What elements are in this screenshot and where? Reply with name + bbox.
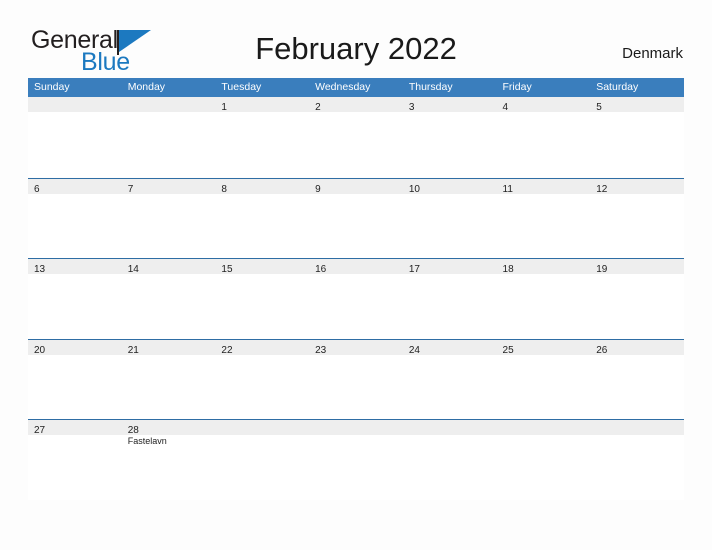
day-events-empty bbox=[122, 112, 216, 177]
day-cell-empty bbox=[309, 420, 403, 435]
weekday-header-row: Sunday Monday Tuesday Wednesday Thursday Frid… bbox=[28, 78, 684, 97]
day-cell-empty bbox=[28, 97, 122, 112]
calendar-weeks: 1 2 3 4 5 6 7 8 9 10 11 12 13 14 15 16 17 18 19 20 21 22 23 24 2… bbox=[28, 97, 684, 500]
calendar-week-row: 13 14 15 16 17 18 19 bbox=[28, 258, 684, 339]
day-event-band bbox=[28, 193, 684, 259]
day-events-empty bbox=[403, 274, 497, 339]
day-number-band: 20 21 22 23 24 25 26 bbox=[28, 338, 684, 356]
day-cell-23[interactable]: 23 bbox=[309, 340, 403, 356]
day-number-band: 6 7 8 9 10 11 12 bbox=[28, 177, 684, 195]
day-events-empty bbox=[403, 355, 497, 420]
day-events-empty bbox=[590, 274, 684, 339]
weekday-header-wednesday: Wednesday bbox=[315, 81, 371, 93]
weekday-header-tuesday: Tuesday bbox=[221, 81, 262, 93]
day-events-empty bbox=[309, 435, 403, 500]
day-cell-8[interactable]: 8 bbox=[215, 179, 309, 195]
day-events-empty bbox=[403, 194, 497, 259]
day-events-empty bbox=[590, 112, 684, 177]
day-events-empty bbox=[215, 274, 309, 339]
day-events-empty bbox=[497, 112, 591, 177]
weekday-header-sunday: Sunday bbox=[34, 81, 70, 93]
calendar-week-row: 6 7 8 9 10 11 12 bbox=[28, 177, 684, 259]
day-event-band bbox=[28, 274, 684, 339]
day-cell-21[interactable]: 21 bbox=[122, 340, 216, 356]
day-events-empty bbox=[497, 355, 591, 420]
day-cell-27[interactable]: 27 bbox=[28, 420, 122, 436]
weekday-header-thursday: Thursday bbox=[408, 81, 453, 93]
calendar-week-row: 27 28 Fastelavn bbox=[28, 419, 684, 500]
day-events-empty bbox=[215, 194, 309, 259]
page-title: February 2022 bbox=[255, 31, 457, 66]
day-events-empty bbox=[497, 435, 591, 500]
day-cell-12[interactable]: 12 bbox=[590, 179, 684, 195]
day-cell-18[interactable]: 18 bbox=[497, 259, 591, 275]
day-number-band: 13 14 15 16 17 18 19 bbox=[28, 258, 684, 275]
day-events-empty bbox=[497, 274, 591, 339]
day-cell-16[interactable]: 16 bbox=[309, 259, 403, 275]
calendar-grid: Sunday Monday Tuesday Wednesday Thursday Frid… bbox=[28, 78, 684, 500]
day-cell-5[interactable]: 5 bbox=[590, 97, 684, 113]
day-events-empty bbox=[28, 112, 122, 177]
day-cell-24[interactable]: 24 bbox=[403, 340, 497, 356]
day-events-empty bbox=[122, 194, 216, 259]
day-events-28[interactable]: Fastelavn bbox=[122, 435, 216, 500]
weekday-header-saturday: Saturday bbox=[596, 81, 639, 93]
day-events-empty bbox=[215, 355, 309, 420]
day-events-empty bbox=[309, 274, 403, 339]
day-events-empty bbox=[403, 112, 497, 177]
day-events-empty bbox=[28, 435, 122, 500]
day-cell-6[interactable]: 6 bbox=[28, 179, 122, 195]
calendar-event: Fastelavn bbox=[127, 436, 167, 446]
day-cell-11[interactable]: 11 bbox=[497, 179, 591, 195]
day-events-empty bbox=[28, 355, 122, 420]
day-number-band: 27 28 bbox=[28, 419, 684, 436]
day-events-empty bbox=[309, 355, 403, 420]
day-events-empty bbox=[122, 355, 216, 420]
day-cell-3[interactable]: 3 bbox=[403, 97, 497, 113]
day-events-empty bbox=[309, 112, 403, 177]
region-label: Denmark bbox=[622, 45, 683, 62]
day-cell-empty bbox=[122, 97, 216, 112]
day-cell-empty bbox=[215, 420, 309, 435]
day-events-empty bbox=[403, 435, 497, 500]
day-cell-9[interactable]: 9 bbox=[309, 179, 403, 195]
day-event-band: Fastelavn bbox=[28, 435, 684, 500]
day-cell-4[interactable]: 4 bbox=[497, 97, 591, 113]
day-cell-empty bbox=[497, 420, 591, 435]
day-cell-19[interactable]: 19 bbox=[590, 259, 684, 275]
day-events-empty bbox=[590, 355, 684, 420]
calendar-week-row: 12345 bbox=[28, 97, 684, 178]
day-cell-empty bbox=[403, 420, 497, 435]
day-event-band bbox=[28, 354, 684, 420]
day-cell-22[interactable]: 22 bbox=[215, 340, 309, 356]
day-cell-10[interactable]: 10 bbox=[403, 179, 497, 195]
calendar-week-row: 20 21 22 23 24 25 26 bbox=[28, 338, 684, 420]
day-cell-7[interactable]: 7 bbox=[122, 179, 216, 195]
day-events-empty bbox=[28, 274, 122, 339]
day-events-empty bbox=[215, 112, 309, 177]
day-cell-17[interactable]: 17 bbox=[403, 259, 497, 275]
weekday-header-monday: Monday bbox=[127, 81, 166, 93]
day-event-band bbox=[28, 112, 684, 177]
page-header: General Blue February 2022 Denmark bbox=[0, 0, 712, 78]
day-number-band: 12345 bbox=[28, 97, 684, 113]
day-cell-1[interactable]: 1 bbox=[215, 97, 309, 113]
day-events-empty bbox=[28, 194, 122, 259]
day-cell-2[interactable]: 2 bbox=[309, 97, 403, 113]
day-events-empty bbox=[215, 435, 309, 500]
day-events-empty bbox=[590, 194, 684, 259]
day-cell-26[interactable]: 26 bbox=[590, 340, 684, 356]
weekday-header-friday: Friday bbox=[502, 81, 532, 93]
day-cell-15[interactable]: 15 bbox=[215, 259, 309, 275]
day-cell-28[interactable]: 28 bbox=[122, 420, 216, 436]
day-events-empty bbox=[309, 194, 403, 259]
day-cell-20[interactable]: 20 bbox=[28, 340, 122, 356]
day-events-empty bbox=[497, 194, 591, 259]
day-events-empty bbox=[122, 274, 216, 339]
day-cell-13[interactable]: 13 bbox=[28, 259, 122, 275]
day-cell-empty bbox=[590, 420, 684, 435]
day-cell-25[interactable]: 25 bbox=[497, 340, 591, 356]
day-events-empty bbox=[590, 435, 684, 500]
day-cell-14[interactable]: 14 bbox=[122, 259, 216, 275]
